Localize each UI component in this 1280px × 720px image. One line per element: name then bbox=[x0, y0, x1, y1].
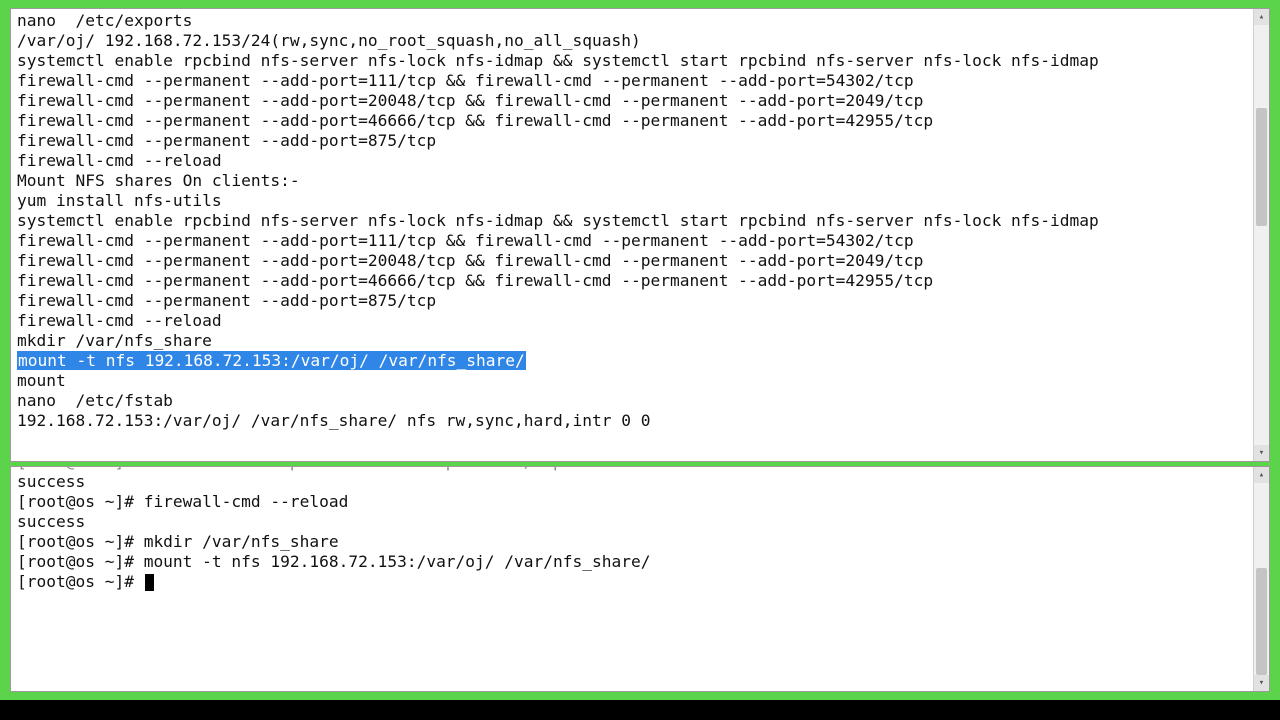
text-selection[interactable]: mount -t nfs 192.168.72.153:/var/oj/ /va… bbox=[17, 351, 526, 370]
notes-line: firewall-cmd --permanent --add-port=875/… bbox=[17, 131, 1249, 151]
terminal-line: [root@os ~]# mkdir /var/nfs_share bbox=[17, 532, 1249, 552]
terminal-prompt: [root@os ~]# bbox=[17, 572, 144, 591]
notes-scrollbar-thumb[interactable] bbox=[1256, 108, 1267, 226]
terminal-pane: [root@os ~]# firewall-cmd --permanent --… bbox=[10, 466, 1270, 692]
terminal-line: success bbox=[17, 512, 1249, 532]
notes-line: firewall-cmd --reload bbox=[17, 151, 1249, 171]
notes-line: firewall-cmd --permanent --add-port=4666… bbox=[17, 111, 1249, 131]
notes-line: nano /etc/fstab bbox=[17, 391, 1249, 411]
notes-scrollbar[interactable]: ▴ ▾ bbox=[1253, 9, 1269, 461]
terminal-content[interactable]: [root@os ~]# firewall-cmd --permanent --… bbox=[11, 467, 1253, 691]
terminal-scrollbar-thumb[interactable] bbox=[1256, 568, 1267, 676]
notes-line: firewall-cmd --permanent --add-port=4666… bbox=[17, 271, 1249, 291]
terminal-cursor bbox=[145, 574, 154, 591]
notes-editor-pane: nano /etc/exports/var/oj/ 192.168.72.153… bbox=[10, 8, 1270, 462]
notes-line-selected[interactable]: mount -t nfs 192.168.72.153:/var/oj/ /va… bbox=[17, 351, 1249, 371]
notes-line: Mount NFS shares On clients:- bbox=[17, 171, 1249, 191]
notes-line: yum install nfs-utils bbox=[17, 191, 1249, 211]
scroll-down-icon[interactable]: ▾ bbox=[1254, 675, 1269, 691]
notes-line: systemctl enable rpcbind nfs-server nfs-… bbox=[17, 51, 1249, 71]
scroll-down-icon[interactable]: ▾ bbox=[1254, 445, 1269, 461]
notes-line: firewall-cmd --permanent --add-port=2004… bbox=[17, 251, 1249, 271]
terminal-line: success bbox=[17, 472, 1249, 492]
scroll-up-icon[interactable]: ▴ bbox=[1254, 9, 1269, 25]
terminal-prompt-line[interactable]: [root@os ~]# bbox=[17, 572, 1249, 592]
notes-line: 192.168.72.153:/var/oj/ /var/nfs_share/ … bbox=[17, 411, 1249, 431]
scroll-up-icon[interactable]: ▴ bbox=[1254, 467, 1269, 483]
desktop-background: nano /etc/exports/var/oj/ 192.168.72.153… bbox=[0, 0, 1280, 700]
notes-line: nano /etc/exports bbox=[17, 11, 1249, 31]
notes-line: systemctl enable rpcbind nfs-server nfs-… bbox=[17, 211, 1249, 231]
notes-line: /var/oj/ 192.168.72.153/24(rw,sync,no_ro… bbox=[17, 31, 1249, 51]
terminal-line: [root@os ~]# mount -t nfs 192.168.72.153… bbox=[17, 552, 1249, 572]
notes-editor-content[interactable]: nano /etc/exports/var/oj/ 192.168.72.153… bbox=[11, 9, 1253, 461]
notes-line: firewall-cmd --permanent --add-port=2004… bbox=[17, 91, 1249, 111]
notes-line: mkdir /var/nfs_share bbox=[17, 331, 1249, 351]
notes-line: mount bbox=[17, 371, 1249, 391]
terminal-line: [root@os ~]# firewall-cmd --reload bbox=[17, 492, 1249, 512]
notes-line: firewall-cmd --reload bbox=[17, 311, 1249, 331]
notes-line: firewall-cmd --permanent --add-port=875/… bbox=[17, 291, 1249, 311]
letterbox-bar bbox=[0, 700, 1280, 720]
notes-line: firewall-cmd --permanent --add-port=111/… bbox=[17, 231, 1249, 251]
terminal-scrollbar[interactable]: ▴ ▾ bbox=[1253, 467, 1269, 691]
notes-line: firewall-cmd --permanent --add-port=111/… bbox=[17, 71, 1249, 91]
